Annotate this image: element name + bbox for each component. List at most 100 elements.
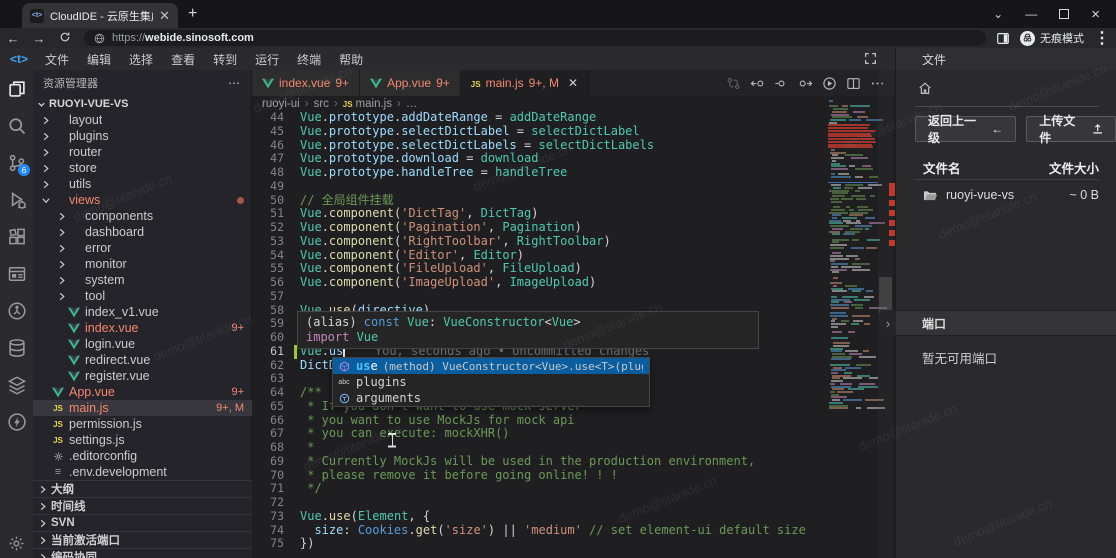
fullscreen-icon[interactable] — [864, 52, 877, 65]
minimap-line — [865, 217, 875, 219]
source-control-icon[interactable]: 6 — [0, 144, 33, 181]
search-icon[interactable] — [0, 107, 33, 144]
suggestion-arguments[interactable]: arguments — [333, 390, 649, 406]
line-number: 45 — [252, 125, 284, 139]
tree-item-error[interactable]: error — [33, 240, 252, 256]
menu-终端[interactable]: 终端 — [288, 51, 330, 68]
tree-item-monitor[interactable]: monitor — [33, 256, 252, 272]
minimap-line — [831, 184, 841, 186]
menu-选择[interactable]: 选择 — [120, 51, 162, 68]
browser-menu-icon[interactable]: ⋮ — [1094, 28, 1110, 48]
tree-item-.editorconfig[interactable]: .editorconfig — [33, 448, 252, 464]
breadcrumb[interactable]: ruoyi-ui›src›JSmain.js›… — [252, 96, 895, 111]
breadcrumb-item[interactable]: … — [406, 98, 418, 110]
reload-icon[interactable] — [52, 31, 78, 46]
back-icon[interactable]: ← — [0, 31, 26, 46]
menu-查看[interactable]: 查看 — [162, 51, 204, 68]
minimap-line — [830, 119, 846, 121]
browser-preview-icon[interactable] — [0, 255, 33, 292]
tree-item-layout[interactable]: layout — [33, 112, 252, 128]
tree-item-utils[interactable]: utils — [33, 176, 252, 192]
close-icon[interactable]: ✕ — [568, 76, 578, 90]
suggestion-plugins[interactable]: abcplugins — [333, 374, 649, 390]
breadcrumb-item[interactable]: src — [314, 98, 329, 110]
menu-帮助[interactable]: 帮助 — [330, 51, 372, 68]
tree-item-system[interactable]: system — [33, 272, 252, 288]
tree-item-permission.js[interactable]: JSpermission.js — [33, 416, 252, 432]
collapse-panel-chevron-icon[interactable]: › — [880, 310, 896, 336]
editor-tab-index.vue[interactable]: index.vue9+ — [252, 70, 360, 96]
breadcrumb-item[interactable]: JSmain.js — [343, 98, 392, 110]
minimap-line — [831, 201, 842, 203]
menu-运行[interactable]: 运行 — [246, 51, 288, 68]
bolt-icon[interactable] — [0, 403, 33, 440]
tree-item-settings.js[interactable]: JSsettings.js — [33, 432, 252, 448]
section-SVN[interactable]: SVN — [33, 514, 252, 531]
layers-icon[interactable] — [0, 366, 33, 403]
tree-item-views[interactable]: views — [33, 192, 252, 208]
tab-close-icon[interactable]: ✕ — [159, 9, 170, 22]
minimap-line — [830, 255, 843, 257]
pipeline-icon[interactable] — [0, 292, 33, 329]
new-tab-button[interactable]: + — [188, 6, 197, 22]
run-debug-icon[interactable] — [0, 181, 33, 218]
editor-tab-main.js[interactable]: JSmain.js9+, M✕ — [461, 70, 589, 96]
tree-item-components[interactable]: components — [33, 208, 252, 224]
close-window-icon[interactable]: × — [1091, 6, 1100, 23]
side-panel-icon[interactable] — [996, 32, 1010, 45]
section-时间线[interactable]: 时间线 — [33, 497, 252, 514]
maximize-icon[interactable] — [1059, 9, 1069, 19]
menu-文件[interactable]: 文件 — [36, 51, 78, 68]
tree-item-App.vue[interactable]: App.vue9+ — [33, 384, 252, 400]
tree-item-.env.development[interactable]: ≡.env.development — [33, 464, 252, 480]
tree-item-register.vue[interactable]: register.vue — [33, 368, 252, 384]
editor-tab-App.vue[interactable]: App.vue9+ — [360, 70, 461, 96]
tree-item-redirect.vue[interactable]: redirect.vue — [33, 352, 252, 368]
suggestion-use[interactable]: use(method) VueConstructor<Vue>.use<T>(p… — [333, 358, 649, 374]
extensions-icon[interactable] — [0, 218, 33, 255]
explorer-sidebar: 资源管理器 ⋯ RUOYI-VUE-VS layoutpluginsrouter… — [33, 70, 252, 558]
dot-circle-icon[interactable] — [774, 76, 789, 91]
address-bar[interactable]: https://webide.sinosoft.com — [84, 30, 986, 46]
chevron-down-icon[interactable]: ⌄ — [993, 7, 1003, 21]
code-line-53: 53Vue.component('RightToolbar', RightToo… — [252, 235, 828, 249]
home-icon[interactable] — [918, 82, 932, 95]
tree-item-plugins[interactable]: plugins — [33, 128, 252, 144]
step-forward-icon[interactable] — [798, 76, 813, 91]
tree-item-main.js[interactable]: JSmain.js9+, M — [33, 400, 252, 416]
file-row[interactable]: ruoyi-vue-vs ~ 0 B — [923, 188, 1099, 202]
tree-item-tool[interactable]: tool — [33, 288, 252, 304]
forward-icon[interactable]: → — [26, 31, 52, 46]
tree-item-login.vue[interactable]: login.vue — [33, 336, 252, 352]
code-editor[interactable]: 44Vue.prototype.addDateRange = addDateRa… — [252, 111, 895, 558]
tree-item-dashboard[interactable]: dashboard — [33, 224, 252, 240]
split-editor-icon[interactable] — [846, 76, 861, 91]
menu-转到[interactable]: 转到 — [204, 51, 246, 68]
tree-item-index.vue[interactable]: index.vue9+ — [33, 320, 252, 336]
upload-file-button[interactable]: 上传文件 — [1026, 116, 1116, 142]
section-大纲[interactable]: 大纲 — [33, 480, 252, 497]
git-compare-icon[interactable] — [726, 76, 741, 91]
step-back-icon[interactable] — [750, 76, 765, 91]
tree-item-store[interactable]: store — [33, 160, 252, 176]
scrollbar-slider[interactable] — [879, 277, 892, 313]
back-parent-button[interactable]: 返回上一级 ← — [915, 116, 1016, 142]
tree-item-index_v1.vue[interactable]: index_v1.vue — [33, 304, 252, 320]
explorer-more-icon[interactable]: ⋯ — [228, 76, 241, 90]
settings-gear-icon[interactable] — [0, 535, 33, 552]
project-root[interactable]: RUOYI-VUE-VS — [33, 96, 251, 112]
menu-编辑[interactable]: 编辑 — [78, 51, 120, 68]
browser-tab[interactable]: <t> CloudIDE - 云原生集成开发环境 ✕ — [22, 3, 178, 28]
tree-item-router[interactable]: router — [33, 144, 252, 160]
explorer-title: 资源管理器 — [43, 75, 98, 91]
minimap[interactable] — [828, 100, 878, 418]
run-circle-icon[interactable] — [822, 76, 837, 91]
minimap-line — [850, 212, 868, 214]
explorer-icon[interactable] — [0, 70, 33, 107]
section-当前激活端口[interactable]: 当前激活端口 — [33, 531, 252, 548]
breadcrumb-item[interactable]: ruoyi-ui — [262, 98, 300, 110]
section-编码协同[interactable]: 编码协同 — [33, 548, 252, 558]
minimize-icon[interactable]: — — [1025, 7, 1037, 21]
ports-header[interactable]: 端口 — [896, 310, 1116, 336]
database-icon[interactable] — [0, 329, 33, 366]
